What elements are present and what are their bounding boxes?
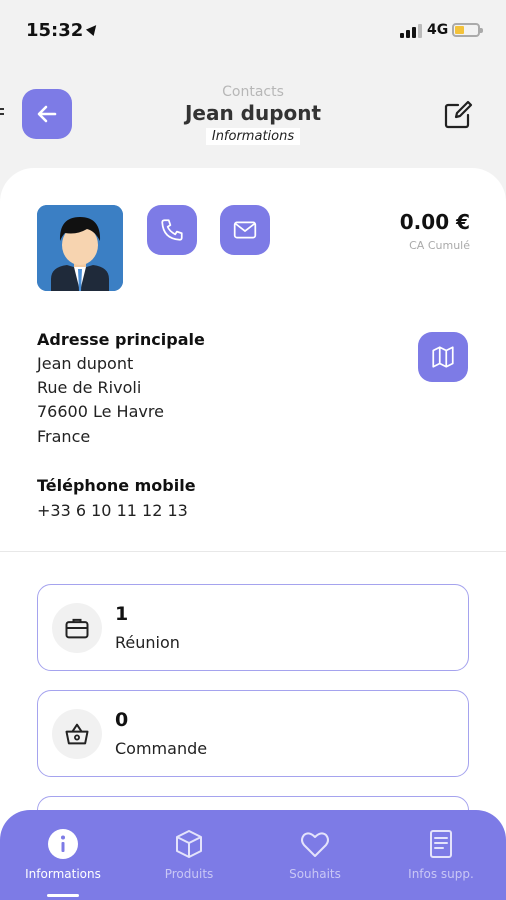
basket-icon xyxy=(52,709,102,759)
menu-icon[interactable] xyxy=(0,108,6,118)
info-icon xyxy=(48,829,78,859)
ca-label: CA Cumulé xyxy=(409,239,470,252)
mail-icon xyxy=(233,221,257,239)
tab-label: Souhaits xyxy=(289,867,341,881)
address-title: Adresse principale xyxy=(37,330,205,349)
meetings-label: Réunion xyxy=(115,633,180,652)
status-time: 15:32 xyxy=(26,20,84,41)
edit-icon xyxy=(444,100,473,129)
location-arrow-icon xyxy=(85,21,101,37)
address-line: Jean dupont xyxy=(37,354,134,373)
orders-count: 0 xyxy=(115,709,129,731)
divider xyxy=(0,551,506,552)
tab-produits[interactable]: Produits xyxy=(126,810,252,900)
edit-button[interactable] xyxy=(442,99,474,131)
page-subtitle: Informations xyxy=(205,128,301,145)
tab-label: Produits xyxy=(164,867,214,881)
phone-icon xyxy=(161,219,183,241)
signal-icon xyxy=(400,24,422,38)
avatar-illustration xyxy=(37,205,123,291)
map-icon xyxy=(432,346,454,368)
tab-infos-supp[interactable]: Infos supp. xyxy=(378,810,504,900)
battery-icon xyxy=(452,23,483,37)
address-line: Rue de Rivoli xyxy=(37,378,142,397)
arrow-left-icon xyxy=(37,105,57,123)
heart-icon xyxy=(301,832,329,857)
orders-label: Commande xyxy=(115,739,208,758)
active-tab-indicator xyxy=(47,894,79,897)
tab-bar: Informations Produits Souhaits Infos sup… xyxy=(0,810,506,900)
page-header: Contacts Jean dupont Informations xyxy=(120,84,386,145)
tab-label: Informations xyxy=(25,867,101,881)
phone-title: Téléphone mobile xyxy=(37,476,196,495)
meetings-card[interactable]: 1 Réunion xyxy=(37,584,469,671)
address-line: 76600 Le Havre xyxy=(37,402,164,421)
contact-card: 0.00 € CA Cumulé Adresse principale Jean… xyxy=(0,168,506,900)
page-title: Jean dupont xyxy=(184,101,322,125)
tab-informations[interactable]: Informations xyxy=(0,810,126,900)
network-type: 4G xyxy=(427,22,449,38)
breadcrumb: Contacts xyxy=(222,84,284,100)
meetings-count: 1 xyxy=(115,603,129,625)
email-button[interactable] xyxy=(220,205,270,255)
ca-amount: 0.00 € xyxy=(399,210,470,234)
tab-label: Infos supp. xyxy=(408,867,474,881)
map-button[interactable] xyxy=(418,332,468,382)
back-button[interactable] xyxy=(22,89,72,139)
tab-souhaits[interactable]: Souhaits xyxy=(252,810,378,900)
document-icon xyxy=(430,830,452,858)
phone-number[interactable]: +33 6 10 11 12 13 xyxy=(37,501,188,520)
box-icon xyxy=(176,830,202,858)
call-button[interactable] xyxy=(147,205,197,255)
status-bar: 15:32 4G xyxy=(0,0,506,60)
orders-card[interactable]: 0 Commande xyxy=(37,690,469,777)
address-line: France xyxy=(37,427,91,446)
briefcase-icon xyxy=(52,603,102,653)
avatar xyxy=(37,205,123,291)
